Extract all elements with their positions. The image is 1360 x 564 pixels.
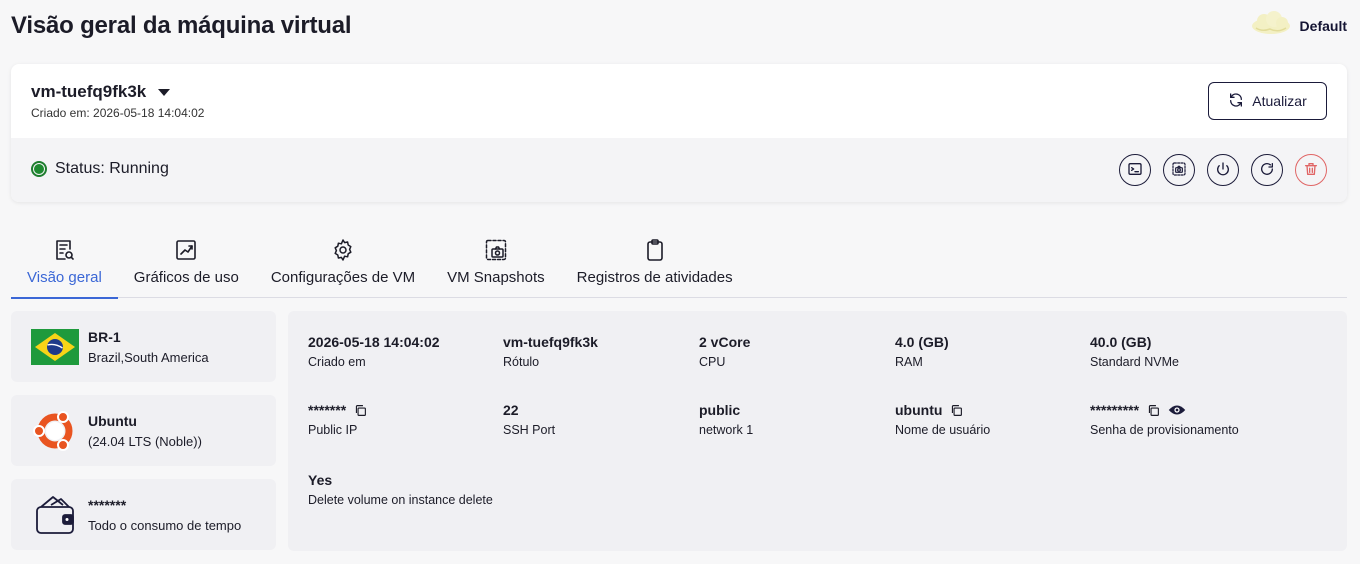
detail-storage: 40.0 (GB) Standard NVMe bbox=[1090, 333, 1179, 369]
copy-icon[interactable] bbox=[950, 404, 963, 417]
tab-label: Registros de atividades bbox=[576, 269, 733, 286]
detail-value: ********* bbox=[1090, 402, 1140, 418]
delete-button[interactable] bbox=[1295, 154, 1327, 186]
console-icon bbox=[1127, 161, 1143, 180]
detail-label: RAM bbox=[895, 355, 923, 369]
detail-value: 2026-05-18 14:04:02 bbox=[308, 334, 440, 350]
tab-label: Configurações de VM bbox=[270, 269, 416, 286]
power-icon bbox=[1215, 161, 1231, 180]
detail-created: 2026-05-18 14:04:02 Criado em bbox=[308, 333, 440, 369]
billing-value: ******* bbox=[88, 496, 127, 513]
vm-status-bar: Status: Running bbox=[11, 138, 1347, 202]
vm-created-date: Criado em: 2026-05-18 14:04:02 bbox=[31, 106, 205, 120]
workspace-name: Default bbox=[1299, 17, 1347, 34]
detail-value: public bbox=[699, 402, 741, 418]
snapshot-icon bbox=[484, 236, 508, 264]
vm-actions bbox=[1119, 154, 1327, 186]
refresh-label: Atualizar bbox=[1252, 93, 1307, 109]
tab-bar: Visão geral Gráficos de uso Configuraçõe… bbox=[11, 226, 1347, 299]
chart-icon bbox=[174, 236, 198, 264]
page-title: Visão geral da máquina virtual bbox=[11, 12, 352, 39]
brazil-flag-icon bbox=[30, 323, 80, 371]
detail-label: SSH Port bbox=[503, 423, 556, 437]
ubuntu-logo-icon bbox=[30, 407, 80, 455]
detail-label: CPU bbox=[699, 355, 726, 369]
detail-username: ubuntu Nome de usuário bbox=[895, 401, 990, 437]
detail-value: ubuntu bbox=[895, 402, 943, 418]
tab-vm-snapshots[interactable]: VM Snapshots bbox=[431, 226, 561, 298]
caret-down-icon bbox=[158, 88, 171, 96]
copy-icon[interactable] bbox=[1147, 404, 1160, 417]
detail-value: 40.0 (GB) bbox=[1090, 334, 1152, 350]
detail-value: 4.0 (GB) bbox=[895, 334, 949, 350]
detail-label: Rótulo bbox=[503, 355, 540, 369]
os-version: (24.04 LTS (Noble)) bbox=[88, 433, 202, 449]
cloud-icon bbox=[1250, 10, 1292, 41]
detail-label: Criado em bbox=[308, 355, 366, 369]
tab-overview[interactable]: Visão geral bbox=[11, 226, 118, 299]
restart-icon bbox=[1259, 161, 1275, 180]
detail-value: ******* bbox=[308, 402, 347, 418]
refresh-icon bbox=[1228, 92, 1244, 111]
vm-name: vm-tuefq9fk3k bbox=[31, 82, 147, 101]
vm-header: vm-tuefq9fk3k Criado em: 2026-05-18 14:0… bbox=[11, 64, 1347, 138]
vm-status: Status: Running bbox=[55, 160, 169, 177]
vm-summary-card: vm-tuefq9fk3k Criado em: 2026-05-18 14:0… bbox=[11, 64, 1347, 202]
detail-label: Delete volume on instance delete bbox=[308, 493, 493, 507]
vm-details-panel: 2026-05-18 14:04:02 Criado em vm-tuefq9f… bbox=[288, 311, 1347, 551]
tab-label: Visão geral bbox=[27, 269, 102, 286]
detail-label: Public IP bbox=[308, 423, 358, 437]
detail-value: 22 bbox=[503, 402, 519, 418]
detail-label: Nome de usuário bbox=[895, 423, 991, 437]
billing-card: ******* Todo o consumo de tempo bbox=[11, 479, 276, 550]
wallet-icon bbox=[30, 491, 80, 539]
workspace-selector[interactable]: Default bbox=[1250, 10, 1347, 41]
region-name: BR-1 bbox=[88, 328, 121, 345]
detail-label: Standard NVMe bbox=[1090, 355, 1179, 369]
detail-password: ********* Senha de provisionamento bbox=[1090, 401, 1239, 437]
snapshot-icon bbox=[1171, 161, 1187, 180]
snapshot-button[interactable] bbox=[1163, 154, 1195, 186]
billing-label: Todo o consumo de tempo bbox=[88, 517, 242, 533]
detail-value: Yes bbox=[308, 472, 333, 488]
detail-network: public network 1 bbox=[699, 401, 753, 437]
vm-selector[interactable]: vm-tuefq9fk3k bbox=[31, 82, 171, 102]
detail-name: vm-tuefq9fk3k Rótulo bbox=[503, 333, 598, 369]
tab-activity-logs[interactable]: Registros de atividades bbox=[561, 226, 749, 298]
detail-public-ip: ******* Public IP bbox=[308, 401, 367, 437]
power-button[interactable] bbox=[1207, 154, 1239, 186]
os-name: Ubuntu bbox=[88, 412, 137, 429]
region-location: Brazil,South America bbox=[88, 349, 209, 365]
detail-cpu: 2 vCore CPU bbox=[699, 333, 750, 369]
tab-usage-charts[interactable]: Gráficos de uso bbox=[118, 226, 255, 298]
status-indicator-icon bbox=[31, 161, 47, 177]
tab-vm-settings[interactable]: Configurações de VM bbox=[255, 226, 431, 298]
overview-icon bbox=[52, 236, 76, 264]
gear-icon bbox=[331, 236, 355, 264]
tab-label: VM Snapshots bbox=[447, 269, 545, 286]
location-card: BR-1 Brazil,South America bbox=[11, 311, 276, 382]
detail-value: vm-tuefq9fk3k bbox=[503, 334, 598, 350]
copy-icon[interactable] bbox=[354, 404, 367, 417]
trash-icon bbox=[1303, 161, 1319, 180]
os-card: Ubuntu (24.04 LTS (Noble)) bbox=[11, 395, 276, 466]
console-button[interactable] bbox=[1119, 154, 1151, 186]
tab-label: Gráficos de uso bbox=[133, 269, 239, 286]
detail-delete-volume: Yes Delete volume on instance delete bbox=[308, 471, 493, 507]
restart-button[interactable] bbox=[1251, 154, 1283, 186]
detail-ssh-port: 22 SSH Port bbox=[503, 401, 555, 437]
detail-value: 2 vCore bbox=[699, 334, 751, 350]
clipboard-icon bbox=[643, 236, 667, 264]
eye-icon[interactable] bbox=[1168, 403, 1186, 417]
detail-label: network 1 bbox=[699, 423, 754, 437]
refresh-button[interactable]: Atualizar bbox=[1208, 82, 1327, 120]
detail-ram: 4.0 (GB) RAM bbox=[895, 333, 949, 369]
detail-label: Senha de provisionamento bbox=[1090, 423, 1239, 437]
